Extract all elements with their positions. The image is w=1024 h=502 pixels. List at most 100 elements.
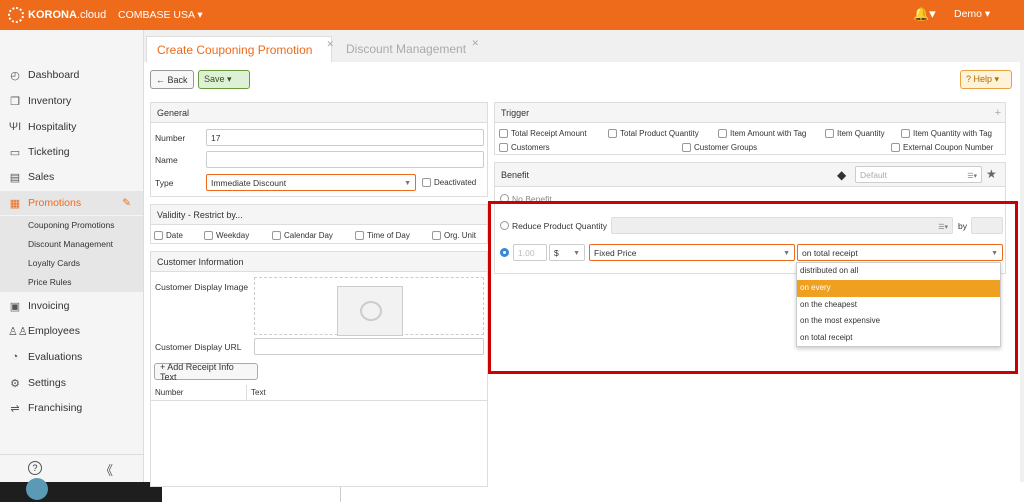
customer-display-image-label: Customer Display Image [155, 282, 249, 292]
dashboard-icon: ◴ [10, 69, 20, 82]
edit-icon[interactable]: ✎ [122, 197, 131, 209]
sidebar-item-invoicing[interactable]: ▣ Invoicing [0, 294, 143, 318]
sidebar-item-dashboard[interactable]: ◴ Dashboard [0, 63, 143, 87]
star-icon[interactable]: ★ [986, 167, 997, 181]
scope-option-on-the-most-expensive[interactable]: on the most expensive [797, 313, 1000, 330]
help-icon[interactable]: ? [28, 461, 42, 475]
general-title: General [151, 103, 487, 123]
sidebar-item-settings[interactable]: ⚙ Settings [0, 371, 143, 395]
hospitality-icon: ΨΙ [8, 121, 22, 133]
benefit-template-select[interactable]: Default ☰▾ [855, 166, 982, 183]
org-selector[interactable]: COMBASE USA ▾ [118, 9, 203, 21]
no-benefit-radio[interactable] [500, 194, 509, 203]
sidebar-item-promotions[interactable]: ▦ Promotions ✎ [0, 191, 143, 215]
gear-icon: ⚙ [10, 377, 20, 390]
sidebar-item-inventory[interactable]: ❐ Inventory [0, 89, 143, 113]
list-icon: ☰▾ [967, 173, 977, 180]
trigger-total-product-quantity[interactable]: Total Product Quantity [608, 129, 699, 138]
tab-discount-management[interactable]: Discount Management ✕ [336, 36, 479, 62]
reduce-by-field[interactable] [971, 217, 1003, 234]
sales-icon: ▤ [9, 171, 21, 184]
reduce-product-select[interactable]: ☰▾ [611, 217, 953, 234]
trigger-external-coupon-number[interactable]: External Coupon Number [891, 143, 993, 152]
column-number: Number [151, 385, 247, 401]
validity-title: Validity - Restrict by... [151, 205, 487, 225]
scope-option-on-every[interactable]: on every [797, 279, 1000, 297]
taskbar-app-icon[interactable] [26, 478, 48, 500]
validity-date-checkbox[interactable]: Date [154, 231, 183, 240]
scope-select[interactable]: on total receipt ▼ [797, 244, 1003, 261]
sidebar-item-employees[interactable]: ♙♙ Employees [0, 319, 143, 343]
deactivated-checkbox[interactable]: Deactivated [422, 178, 476, 187]
scope-option-distributed-on-all[interactable]: distributed on all [797, 263, 1000, 280]
inventory-icon: ❐ [10, 95, 20, 108]
help-button[interactable]: ? Help ▾ [960, 70, 1012, 89]
trigger-panel: Trigger + Total Receipt Amount Total Pro… [494, 102, 1006, 155]
sidebar-sub-couponing-promotions[interactable]: Couponing Promotions [0, 216, 143, 235]
number-label: Number [155, 133, 186, 143]
close-tab-icon[interactable]: ✕ [326, 39, 334, 50]
tab-bar: Create Couponing Promotion ✕ Discount Man… [144, 30, 1024, 62]
scope-option-on-total-receipt[interactable]: on total receipt [797, 330, 1000, 347]
korona-logo[interactable]: KORONA.cloud [8, 7, 106, 23]
tab-create-couponing-promotion[interactable]: Create Couponing Promotion ✕ [146, 36, 334, 62]
sidebar-item-evaluations[interactable]: ◔ Evaluations [0, 345, 143, 369]
customer-info-panel: Customer Information Customer Display Im… [150, 251, 488, 487]
trigger-item-quantity[interactable]: Item Quantity [825, 129, 885, 138]
sidebar: ◴ Dashboard ❐ Inventory ΨΙ Hospitality ▭ Tic… [0, 30, 144, 482]
close-tab-icon[interactable]: ✕ [472, 38, 480, 49]
type-select[interactable]: Immediate Discount ▼ [206, 174, 416, 191]
camera-icon [360, 301, 382, 321]
price-benefit-radio[interactable] [500, 248, 509, 257]
validity-calendar-day-checkbox[interactable]: Calendar Day [272, 231, 333, 240]
chevron-down-icon: ▼ [573, 250, 580, 257]
currency-select[interactable]: $ ▼ [549, 244, 585, 261]
customer-display-url-label: Customer Display URL [155, 342, 242, 352]
save-button[interactable]: Save ▾ [198, 70, 250, 89]
back-button[interactable]: ← Back [150, 70, 194, 89]
trigger-customers[interactable]: Customers [499, 143, 550, 152]
collapse-sidebar-icon[interactable]: 《 [100, 460, 113, 479]
sidebar-sub-price-rules[interactable]: Price Rules [0, 273, 143, 292]
trigger-total-receipt-amount[interactable]: Total Receipt Amount [499, 129, 587, 138]
number-field[interactable]: 17 [206, 129, 484, 146]
user-menu[interactable]: Demo ▾ [954, 8, 990, 20]
validity-time-of-day-checkbox[interactable]: Time of Day [355, 231, 410, 240]
sidebar-item-hospitality[interactable]: ΨΙ Hospitality [0, 115, 143, 139]
add-trigger-icon[interactable]: + [995, 107, 1001, 119]
sidebar-sub-discount-management[interactable]: Discount Management [0, 235, 143, 254]
brand-suffix: .cloud [76, 9, 107, 21]
pie-chart-icon: ◔ [11, 351, 19, 363]
chevron-down-icon: ▼ [404, 180, 411, 187]
name-field[interactable] [206, 151, 484, 168]
reduce-product-quantity-label: Reduce Product Quantity [512, 221, 607, 231]
bell-icon[interactable]: 🔔▾ [913, 6, 936, 22]
validity-weekday-checkbox[interactable]: Weekday [204, 231, 249, 240]
sidebar-footer: ? 《 [0, 454, 143, 482]
trigger-customer-groups[interactable]: Customer Groups [682, 143, 757, 152]
benefit-panel: Benefit ◆ Default ☰▾ ★ No Benefit Reduce … [494, 162, 1006, 274]
trigger-item-quantity-with-tag[interactable]: Item Quantity with Tag [901, 129, 992, 138]
employees-icon: ♙♙ [8, 325, 28, 338]
gift-icon: ▦ [9, 197, 21, 210]
customer-display-url-field[interactable] [254, 338, 484, 355]
validity-org-unit-checkbox[interactable]: Org. Unit [432, 231, 476, 240]
reduce-product-quantity-radio[interactable] [500, 221, 509, 230]
type-label: Type [155, 178, 174, 188]
scope-option-on-the-cheapest[interactable]: on the cheapest [797, 297, 1000, 314]
trigger-item-amount-with-tag[interactable]: Item Amount with Tag [718, 129, 806, 138]
sidebar-item-ticketing[interactable]: ▭ Ticketing [0, 140, 143, 164]
amount-field[interactable]: 1.00 [513, 244, 547, 261]
customer-info-title: Customer Information [151, 252, 487, 272]
customer-display-image-dropzone[interactable] [254, 277, 484, 336]
by-label: by [958, 221, 967, 231]
sidebar-sub-loyalty-cards[interactable]: Loyalty Cards [0, 254, 143, 273]
sidebar-item-franchising[interactable]: ⇌ Franchising [0, 396, 143, 420]
layers-icon[interactable]: ◆ [837, 168, 846, 182]
invoice-icon: ▣ [9, 300, 21, 313]
price-type-select[interactable]: Fixed Price ▼ [589, 244, 795, 261]
sidebar-item-sales[interactable]: ▤ Sales [0, 165, 143, 189]
validity-panel: Validity - Restrict by... Date Weekday C… [150, 204, 488, 244]
image-placeholder-icon [337, 286, 403, 336]
add-receipt-info-text-button[interactable]: + Add Receipt Info Text [154, 362, 258, 382]
